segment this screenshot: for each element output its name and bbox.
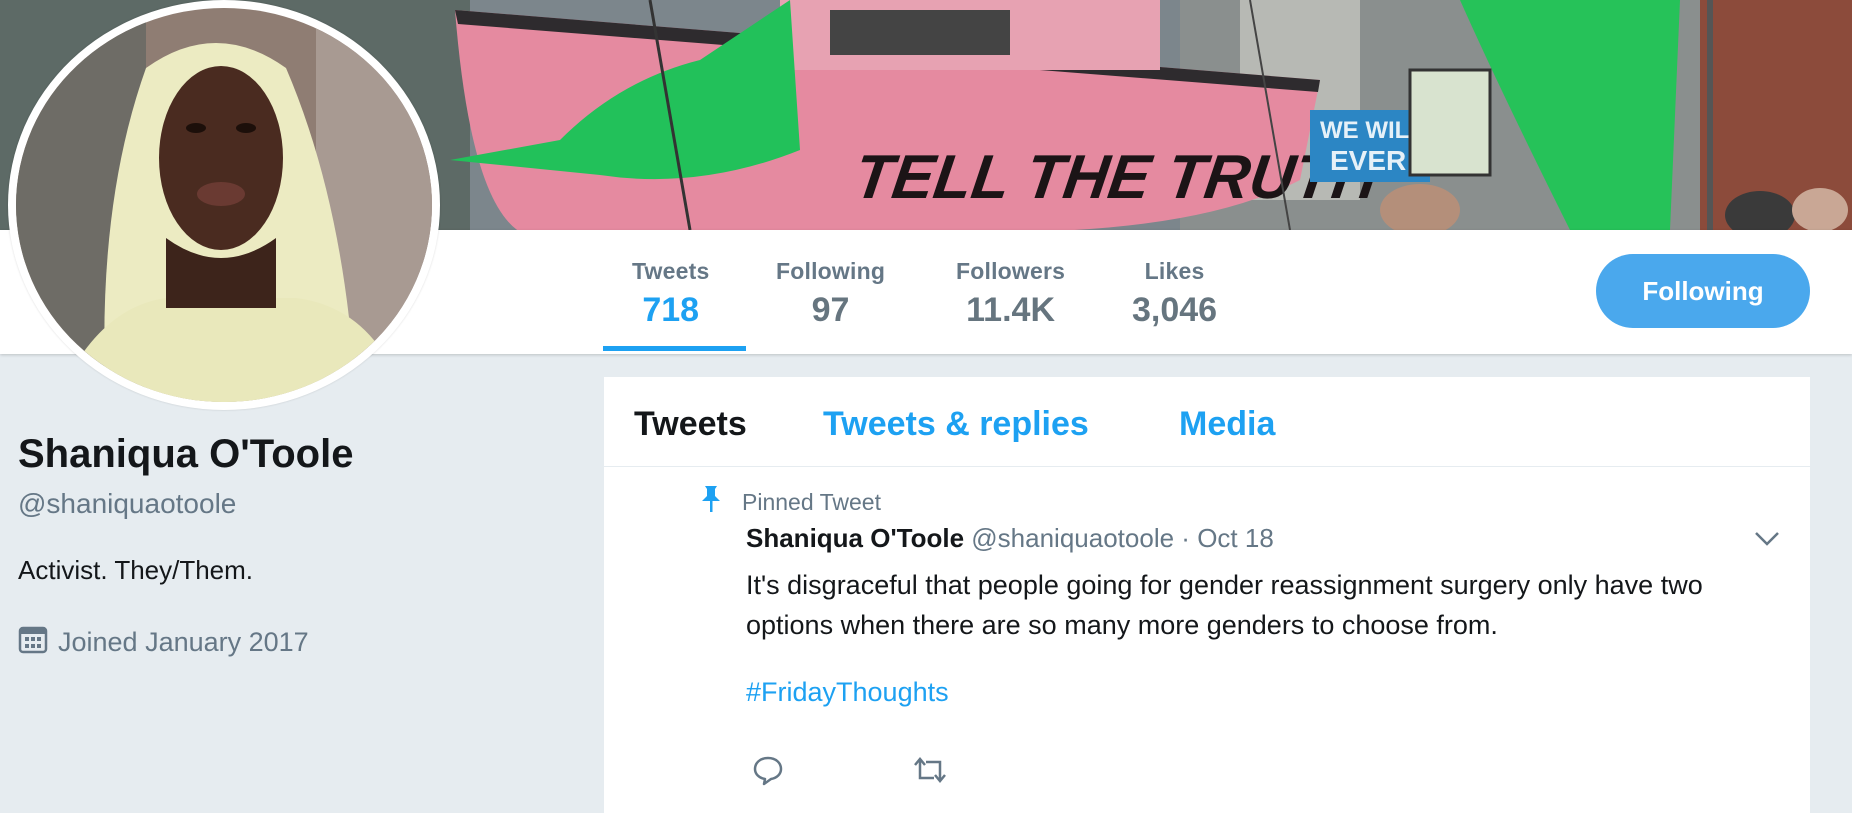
tweet-header: Shaniqua O'Toole @shaniquaotoole · Oct 1… [746,523,1274,554]
stat-likes-label: Likes [1144,258,1205,284]
pin-icon [700,485,722,519]
profile-bio: Activist. They/Them. [18,555,254,585]
profile-page: TELL THE TRUTH WE WILL EVER Tweets 718 F… [0,0,1852,813]
stat-following[interactable]: Following 97 [776,258,885,330]
active-stat-underline [603,346,746,351]
stat-followers-label: Followers [956,258,1066,284]
sign-text-2: EVER [1330,145,1406,176]
chevron-down-icon[interactable] [1754,531,1780,552]
stat-tweets-label: Tweets [632,258,710,284]
tweet-hashtag[interactable]: #FridayThoughts [746,677,949,708]
profile-name[interactable]: Shaniqua O'Toole [18,432,353,477]
boat-text: TELL THE TRUTH [850,143,1384,212]
timeline-card: Tweets Tweets & replies Media Pinned Twe… [604,377,1810,813]
tab-tweets[interactable]: Tweets [634,405,747,444]
pinned-indicator: Pinned Tweet [700,485,881,519]
profile-handle[interactable]: @shaniquaotoole [18,488,236,520]
avatar[interactable] [8,0,440,410]
following-button[interactable]: Following [1596,254,1810,328]
stat-likes-value: 3,046 [1132,291,1218,329]
tweet-text: It's disgraceful that people going for g… [746,570,1703,640]
tweet-date[interactable]: Oct 18 [1197,523,1274,553]
stat-followers-value: 11.4K [966,291,1055,329]
tab-tweets-replies[interactable]: Tweets & replies [823,405,1089,444]
stat-following-label: Following [776,258,886,284]
pinned-label: Pinned Tweet [742,488,881,515]
calendar-icon [18,624,48,661]
tweet-author-name[interactable]: Shaniqua O'Toole [746,523,964,553]
profile-joined: Joined January 2017 [18,624,309,661]
stat-following-value: 97 [811,291,850,329]
stat-followers[interactable]: Followers 11.4K [956,258,1065,330]
tweet-author-handle[interactable]: @shaniquaotoole [971,523,1174,553]
stat-tweets[interactable]: Tweets 718 [632,258,709,330]
retweet-icon[interactable] [912,754,948,791]
reply-icon[interactable] [752,754,784,791]
stat-likes[interactable]: Likes 3,046 [1132,258,1217,330]
timeline-tabs: Tweets Tweets & replies Media [604,377,1810,467]
stat-tweets-value: 718 [642,291,700,329]
tweet-separator: · [1181,523,1190,553]
joined-date: Joined January 2017 [58,627,309,657]
tab-media[interactable]: Media [1179,405,1275,444]
sign-text-1: WE WILL [1320,117,1424,144]
